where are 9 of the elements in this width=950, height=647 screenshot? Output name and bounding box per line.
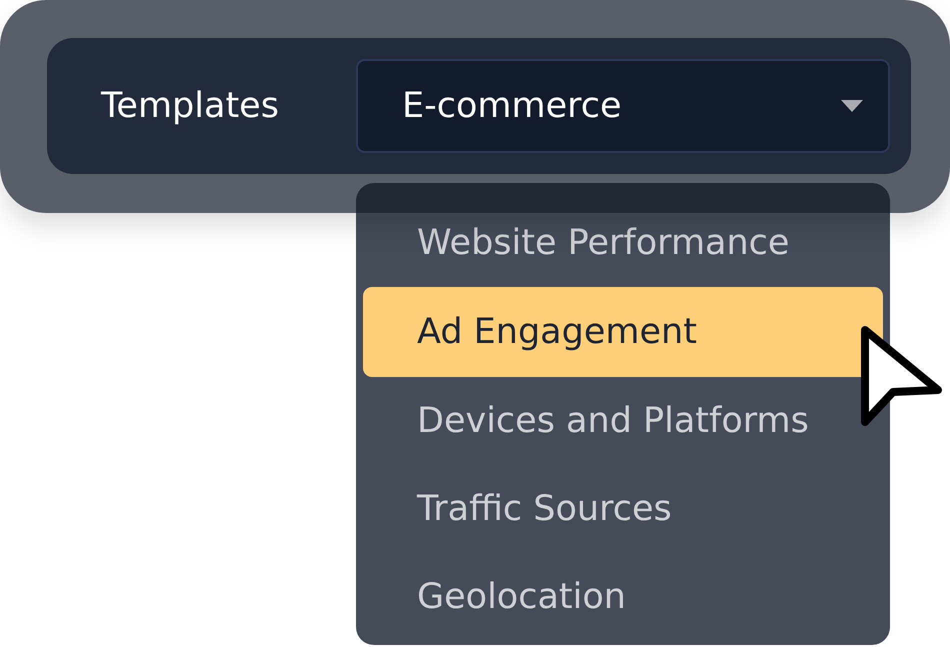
template-select[interactable]: E-commerce xyxy=(356,59,890,153)
menu-item[interactable]: Website Performance xyxy=(363,213,883,287)
templates-label: Templates xyxy=(101,86,280,126)
menu-item[interactable]: Devices and Platforms xyxy=(363,377,883,465)
menu-item[interactable]: Geolocation xyxy=(363,553,883,641)
menu-item[interactable]: Ad Engagement xyxy=(363,287,883,377)
menu-item[interactable]: Traffic Sources xyxy=(363,465,883,553)
cursor-icon xyxy=(860,325,943,427)
caret-icon xyxy=(841,100,863,112)
